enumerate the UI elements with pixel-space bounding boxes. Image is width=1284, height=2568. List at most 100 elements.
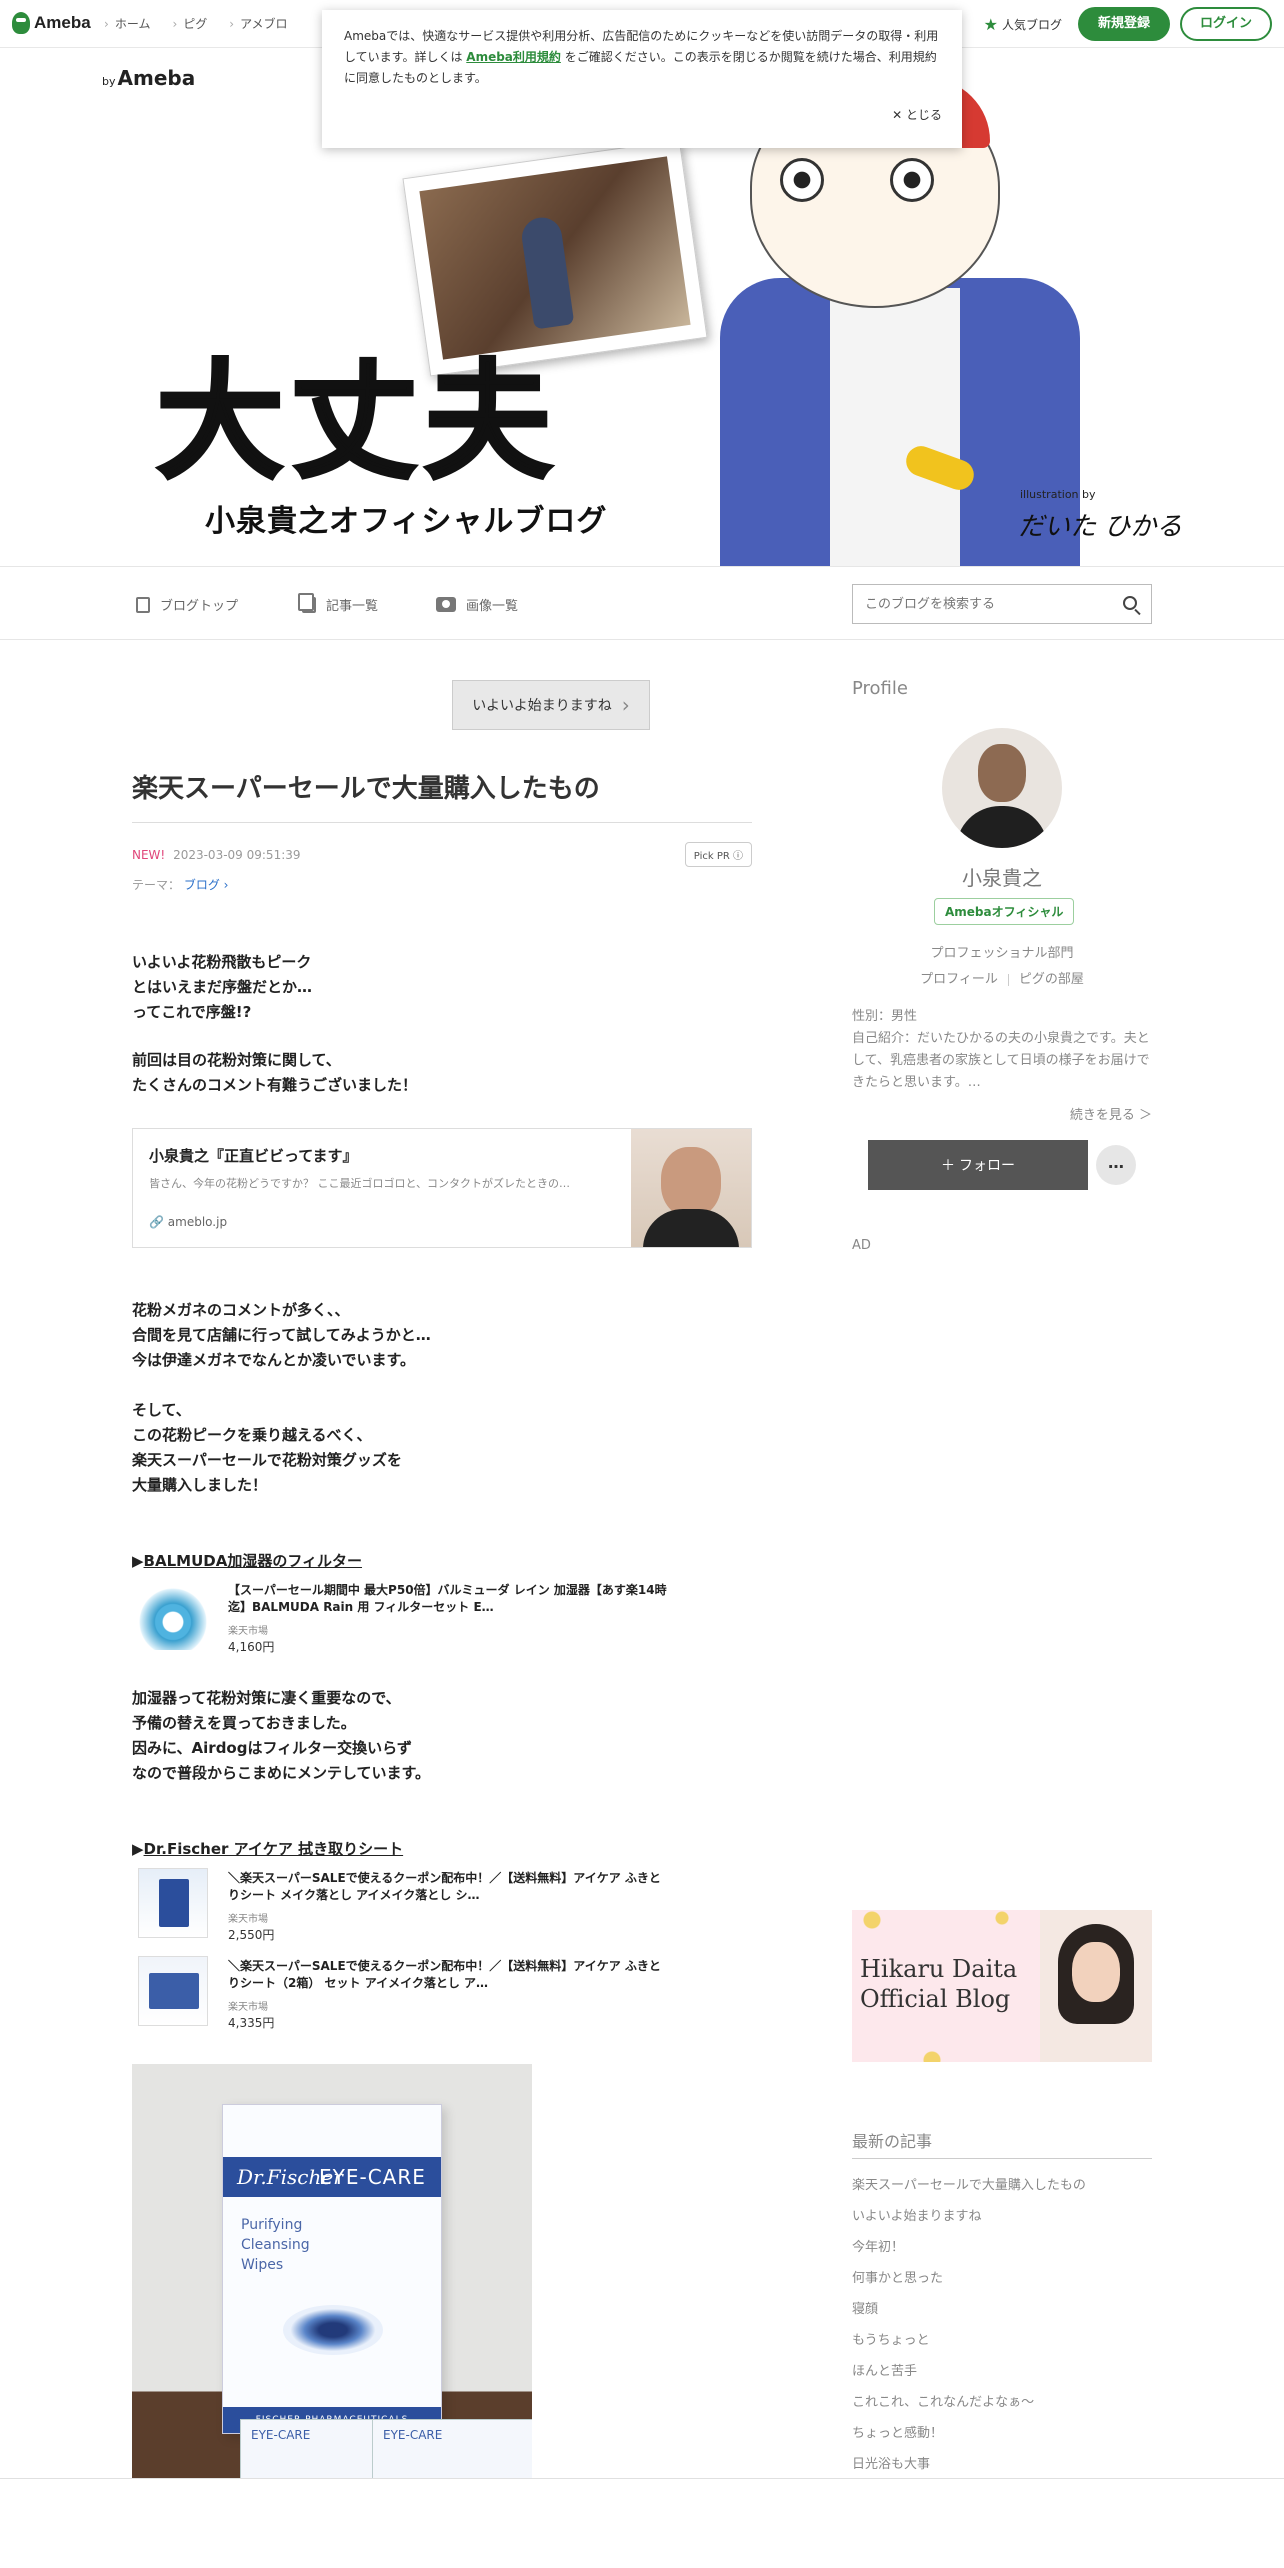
theme-link[interactable]: ブログ › [184, 878, 229, 892]
card-description: 皆さん、今年の花粉どうですか？ ここ最近ゴロゴロと、コンタクトがズレたときの… [149, 1177, 571, 1190]
camera-icon [436, 597, 456, 612]
latest-article-item[interactable]: 何事かと思った [852, 2263, 1152, 2294]
chevron-right-icon: › [621, 693, 630, 717]
blog-search-input[interactable] [853, 585, 1093, 623]
paragraph-1: いよいよ花粉飛散もピーク とはいえまだ序盤だとか… ってこれで序盤!? [132, 953, 313, 1021]
cookie-notice-text: Amebaでは、快適なサービス提供や利用分析、広告配信のためにクッキーなどを使い… [344, 26, 940, 89]
banner-portrait [1040, 1910, 1152, 2062]
product-title: ＼楽天スーパーSALEで使えるクーポン配布中！／【送料無料】アイケア ふきとりシ… [228, 1871, 661, 1902]
product-thumbnail [138, 1956, 208, 2026]
hikaru-daita-blog-banner[interactable]: Hikaru Daita Official Blog [852, 1910, 1152, 2062]
ameba-logo-text: Ameba [34, 13, 91, 32]
profile-link[interactable]: プロフィール [920, 972, 998, 987]
product-shop: 楽天市場 [228, 2002, 268, 2013]
article-theme: テーマ： ブログ › [132, 876, 228, 893]
nav-ameblo[interactable]: アメブロ [229, 15, 287, 32]
nav-image-list-label: 画像一覧 [466, 599, 519, 614]
illustration-eye [780, 158, 824, 202]
sachet: EYE-CARE [372, 2419, 532, 2484]
section-link-filter[interactable]: BALMUDA加湿器のフィルター [144, 1552, 362, 1570]
triangle-icon: ▶ [132, 1840, 144, 1858]
popular-blog-link[interactable]: ★ 人気ブログ [984, 15, 1062, 34]
theme-link-text: ブログ [183, 878, 220, 892]
terms-link[interactable]: Ameba利用規約 [466, 50, 561, 64]
nav-blog-top[interactable]: ブログトップ [136, 595, 238, 614]
new-badge: NEW! [132, 848, 166, 862]
profile-category: プロフェッショナル部門 [930, 946, 1074, 961]
profile-detail: 性別：男性 自己紹介：だいたひかるの夫の小泉貴之です。夫として、乳癌患者の家族と… [852, 1009, 1150, 1090]
card-domain-text: ameblo.jp [167, 1215, 228, 1229]
search-icon[interactable] [1123, 596, 1137, 610]
product-thumbnail [138, 1868, 208, 1938]
cookie-notice: Amebaでは、快適なサービス提供や利用分析、広告配信のためにクッキーなどを使い… [322, 10, 962, 148]
paragraph-2: 前回は目の花粉対策に関して、 たくさんのコメント有難うございました！ [132, 1051, 418, 1094]
profile-name[interactable]: 小泉貴之 [852, 862, 1152, 891]
nav-image-list[interactable]: 画像一覧 [436, 595, 518, 614]
latest-article-item[interactable]: これこれ、これなんだよなぁ〜 [852, 2387, 1152, 2418]
product-price: 4,160円 [228, 1640, 275, 1654]
product-item[interactable]: ＼楽天スーパーSALEで使えるクーポン配布中！／【送料無料】アイケア ふきとりシ… [132, 1956, 692, 2030]
pickpr-button[interactable]: Pick PR ⓘ [684, 842, 752, 867]
nav-home[interactable]: ホーム [104, 15, 151, 32]
box-description: Purifying Cleansing Wipes [241, 2217, 310, 2273]
login-button[interactable]: ログイン [1179, 7, 1272, 41]
banner-text: Hikaru Daita Official Blog [860, 1955, 1018, 2013]
link-icon: 🔗 [149, 1215, 164, 1229]
latest-article-item[interactable]: ちょっと感動！ [852, 2418, 1152, 2449]
nav-pigg[interactable]: ピグ [172, 15, 207, 32]
nav-blog-top-label: ブログトップ [160, 599, 239, 614]
box-product-name: EYE-CARE [319, 2165, 426, 2189]
related-article-card[interactable]: 小泉貴之『正直ビビってます』 皆さん、今年の花粉どうですか？ ここ最近ゴロゴロと… [132, 1128, 752, 1248]
latest-article-item[interactable]: 楽天スーパーセールで大量購入したもの [852, 2170, 1152, 2201]
nav-article-list[interactable]: 記事一覧 [298, 592, 379, 614]
article-photo[interactable]: Dr.Fischer EYE-CARE Purifying Cleansing … [132, 2064, 532, 2484]
product-price: 4,335円 [228, 2016, 275, 2030]
product-shop: 楽天市場 [228, 1626, 268, 1637]
blog-subtitle: 小泉貴之オフィシャルブログ [205, 504, 608, 539]
latest-article-item[interactable]: 日光浴も大事 [852, 2449, 1152, 2480]
latest-divider [852, 2158, 1152, 2159]
register-button[interactable]: 新規登録 [1077, 7, 1170, 41]
illustration-sweater [830, 288, 960, 566]
card-title: 小泉貴之『正直ビビってます』 [149, 1147, 358, 1165]
document-icon [136, 596, 150, 613]
divider [1007, 973, 1009, 986]
pigg-room-link[interactable]: ピグの部屋 [1019, 972, 1084, 987]
official-badge: Amebaオフィシャル [934, 898, 1075, 925]
illustration-eye [890, 158, 934, 202]
latest-article-item[interactable]: 今年初！ [852, 2232, 1152, 2263]
follow-button[interactable]: ＋フォロー [868, 1140, 1088, 1190]
prev-article-button[interactable]: いよいよ始まりますね › [452, 680, 650, 730]
latest-article-item[interactable]: いよいよ始まりますね [852, 2201, 1152, 2232]
illustrator-signature: だいた ひかる [1018, 512, 1183, 542]
article-datetime: 2023-03-09 09:51:39 [173, 848, 301, 862]
cookie-close-button[interactable]: ✕ とじる [892, 105, 942, 126]
illustration-credit: illustration by [1020, 488, 1096, 501]
sachet-label: EYE-CARE [251, 2428, 311, 2442]
popular-blog-label: 人気ブログ [1001, 17, 1062, 32]
latest-article-item[interactable]: ほんと苦手 [852, 2356, 1152, 2387]
nav-article-list-label: 記事一覧 [326, 599, 379, 614]
read-more-link[interactable]: 続きを見る ＞ [1070, 1104, 1152, 1123]
product-price: 2,550円 [228, 1928, 275, 1942]
blog-nav: ブログトップ 記事一覧 画像一覧 [0, 566, 1284, 640]
avatar[interactable] [942, 728, 1062, 848]
section-link-eyecare[interactable]: Dr.Fischer アイケア 拭き取りシート [144, 1840, 404, 1858]
product-item[interactable]: 【スーパーセール期間中 最大P50倍】バルミューダ レイン 加湿器【あす楽14時… [132, 1580, 692, 1654]
card-thumbnail [631, 1129, 751, 1247]
latest-articles-list: 楽天スーパーセールで大量購入したもの いよいよ始まりますね 今年初！ 何事かと思… [852, 2170, 1152, 2480]
product-item[interactable]: ＼楽天スーパーSALEで使えるクーポン配布中！／【送料無料】アイケア ふきとりシ… [132, 1868, 692, 1942]
latest-article-item[interactable]: 寝顔 [852, 2294, 1152, 2325]
product-shop: 楽天市場 [228, 1914, 268, 1925]
ameba-logo-icon [12, 12, 30, 34]
more-options-button[interactable]: … [1096, 1145, 1136, 1185]
by-ameba-logo: by Ameba [102, 66, 195, 90]
latest-article-item[interactable]: もうちょっと [852, 2325, 1152, 2356]
blog-title: 大丈夫 [154, 347, 559, 499]
global-nav: ホーム ピグ アメブロ [104, 15, 288, 32]
paragraph-5: 加湿器って花粉対策に凄く重要なので、 予備の替えを買っておきました。 因みに、A… [132, 1689, 431, 1782]
follow-label: フォロー [959, 1158, 1015, 1174]
section-heading-eyecare: ▶Dr.Fischer アイケア 拭き取りシート [132, 1838, 403, 1859]
copy-icon [298, 592, 316, 613]
ameba-logo[interactable]: Ameba [12, 12, 91, 34]
